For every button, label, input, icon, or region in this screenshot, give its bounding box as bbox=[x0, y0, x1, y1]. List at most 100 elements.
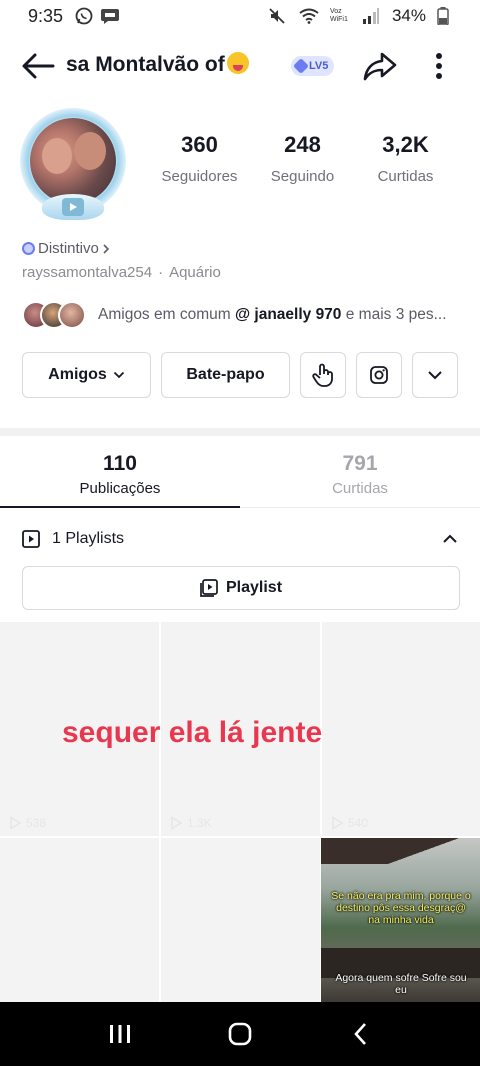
expand-suggestions-button[interactable] bbox=[412, 352, 458, 398]
posts-label: Publicações bbox=[79, 480, 161, 497]
more-vertical-icon bbox=[436, 53, 442, 79]
avatar-video-icon bbox=[62, 198, 84, 216]
volte-label: Voz WiFi1 bbox=[329, 8, 348, 23]
play-icon bbox=[10, 816, 22, 830]
battery-icon bbox=[432, 6, 454, 26]
badge-gem-icon bbox=[22, 242, 35, 255]
zodiac-sign: Aquário bbox=[169, 264, 221, 281]
friends-button-label: Amigos bbox=[48, 366, 107, 383]
wifi-icon bbox=[298, 6, 320, 26]
mutual-friends-prefix: Amigos em comum bbox=[98, 306, 231, 323]
poke-button[interactable] bbox=[300, 352, 346, 398]
mutual-friends[interactable]: Amigos em comum @ janaelly 970 e mais 3 … bbox=[22, 300, 462, 330]
overlay-caption: sequer ela lá jente bbox=[62, 716, 323, 749]
avatar[interactable] bbox=[20, 108, 128, 220]
share-arrow-icon bbox=[363, 52, 397, 81]
battery-percent: 34% bbox=[391, 6, 426, 25]
play-count-value: 540 bbox=[348, 816, 369, 830]
likes-count: 3,2K bbox=[382, 132, 429, 157]
chat-button[interactable]: Bate-papo bbox=[161, 352, 290, 398]
mute-icon bbox=[266, 6, 288, 26]
chevron-down-icon bbox=[113, 371, 124, 379]
play-icon bbox=[332, 816, 344, 830]
followers-stat[interactable]: 360 Seguidores bbox=[148, 132, 251, 185]
tongue-emoji-icon bbox=[226, 52, 249, 74]
play-count: 1.3K bbox=[169, 816, 212, 830]
chevron-down-icon bbox=[428, 371, 442, 380]
back-button[interactable] bbox=[18, 48, 58, 84]
play-count-value: 1.3K bbox=[187, 816, 212, 830]
chevron-left-icon bbox=[354, 1023, 366, 1045]
play-count-value: 538 bbox=[26, 816, 47, 830]
gem-icon bbox=[293, 58, 309, 74]
following-count: 248 bbox=[284, 132, 321, 157]
play-count: 538 bbox=[8, 816, 46, 830]
video-thumbnail[interactable] bbox=[161, 838, 320, 1002]
video-thumbnail[interactable]: 540 bbox=[322, 622, 480, 836]
avatar-photo bbox=[30, 118, 116, 204]
recent-apps-icon bbox=[110, 1025, 130, 1043]
chevron-up-icon[interactable] bbox=[442, 534, 458, 544]
friends-button[interactable]: Amigos bbox=[22, 352, 151, 398]
following-stat[interactable]: 248 Seguindo bbox=[251, 132, 354, 185]
instagram-icon bbox=[370, 366, 388, 384]
liked-label: Curtidas bbox=[332, 480, 388, 497]
share-button[interactable] bbox=[360, 46, 400, 86]
home-icon bbox=[228, 1022, 252, 1046]
status-time: 9:35 bbox=[28, 5, 64, 26]
mutual-friend-mention: @ janaelly 970 bbox=[234, 306, 342, 323]
signal-icon bbox=[360, 6, 382, 26]
followers-label: Seguidores bbox=[161, 168, 238, 185]
playlists-header[interactable]: 1 Playlists bbox=[22, 526, 458, 552]
tab-liked[interactable]: 791 Curtidas bbox=[240, 436, 480, 507]
status-bar: 9:35 Voz WiFi1 34% bbox=[0, 0, 480, 32]
content-tabs: 110 Publicações 791 Curtidas bbox=[0, 436, 480, 508]
playlist-button-label: Playlist bbox=[225, 579, 283, 596]
home-button[interactable] bbox=[220, 1014, 260, 1054]
level-badge-label: LV5 bbox=[309, 60, 329, 72]
system-navigation-bar bbox=[0, 1002, 480, 1066]
distintivo-label: Distintivo bbox=[38, 240, 99, 257]
chat-button-label: Bate-papo bbox=[186, 366, 265, 383]
thumbnail-roof bbox=[321, 838, 480, 864]
section-divider bbox=[0, 428, 480, 436]
play-count: 540 bbox=[330, 816, 368, 830]
following-label: Seguindo bbox=[270, 168, 335, 185]
play-icon bbox=[171, 816, 183, 830]
video-caption-top: Se não era pra mim, porque o destino pôs… bbox=[331, 890, 471, 926]
playlist-button[interactable]: Playlist bbox=[22, 566, 460, 610]
whatsapp-icon bbox=[73, 6, 95, 26]
video-caption-bottom: Agora quem sofre Sofre sou eu bbox=[335, 972, 467, 996]
playlist-icon bbox=[22, 530, 40, 548]
video-thumbnail[interactable]: Se não era pra mim, porque o destino pôs… bbox=[321, 838, 480, 1002]
back-nav-button[interactable] bbox=[340, 1014, 380, 1054]
friend-avatar bbox=[58, 301, 86, 329]
chat-notification-icon bbox=[99, 6, 121, 26]
username: rayssamontalva254 bbox=[22, 264, 153, 281]
more-options-button[interactable] bbox=[424, 46, 454, 86]
playlists-header-label: 1 Playlists bbox=[52, 530, 125, 547]
playlist-icon bbox=[200, 579, 218, 597]
distintivo-link[interactable]: Distintivo bbox=[22, 240, 110, 257]
liked-count: 791 bbox=[342, 452, 378, 475]
likes-stat[interactable]: 3,2K Curtidas bbox=[354, 132, 457, 185]
username-line: rayssamontalva254 · Aquário bbox=[22, 264, 221, 281]
chevron-right-icon bbox=[103, 243, 109, 254]
arrow-left-icon bbox=[22, 53, 55, 79]
video-thumbnail[interactable] bbox=[0, 838, 159, 1002]
tab-posts[interactable]: 110 Publicações bbox=[0, 436, 240, 508]
mutual-friends-suffix: e mais 3 pes... bbox=[345, 306, 447, 323]
page-title: sa Montalvão of bbox=[66, 52, 266, 77]
level-badge[interactable]: LV5 bbox=[291, 56, 335, 76]
page-title-text: sa Montalvão of bbox=[66, 53, 225, 76]
recent-apps-button[interactable] bbox=[100, 1014, 140, 1054]
mutual-friends-text: Amigos em comum @ janaelly 970 e mais 3 … bbox=[98, 306, 458, 324]
instagram-button[interactable] bbox=[356, 352, 402, 398]
followers-count: 360 bbox=[181, 132, 218, 157]
profile-header: sa Montalvão of LV5 bbox=[0, 40, 480, 92]
hand-tap-icon bbox=[312, 363, 333, 387]
video-grid: 538 1.3K 540 Se não era pra mim, porque … bbox=[0, 622, 480, 1002]
likes-label: Curtidas bbox=[377, 168, 434, 185]
posts-count: 110 bbox=[103, 452, 137, 475]
status-right-group: Voz WiFi1 34% bbox=[266, 6, 458, 26]
